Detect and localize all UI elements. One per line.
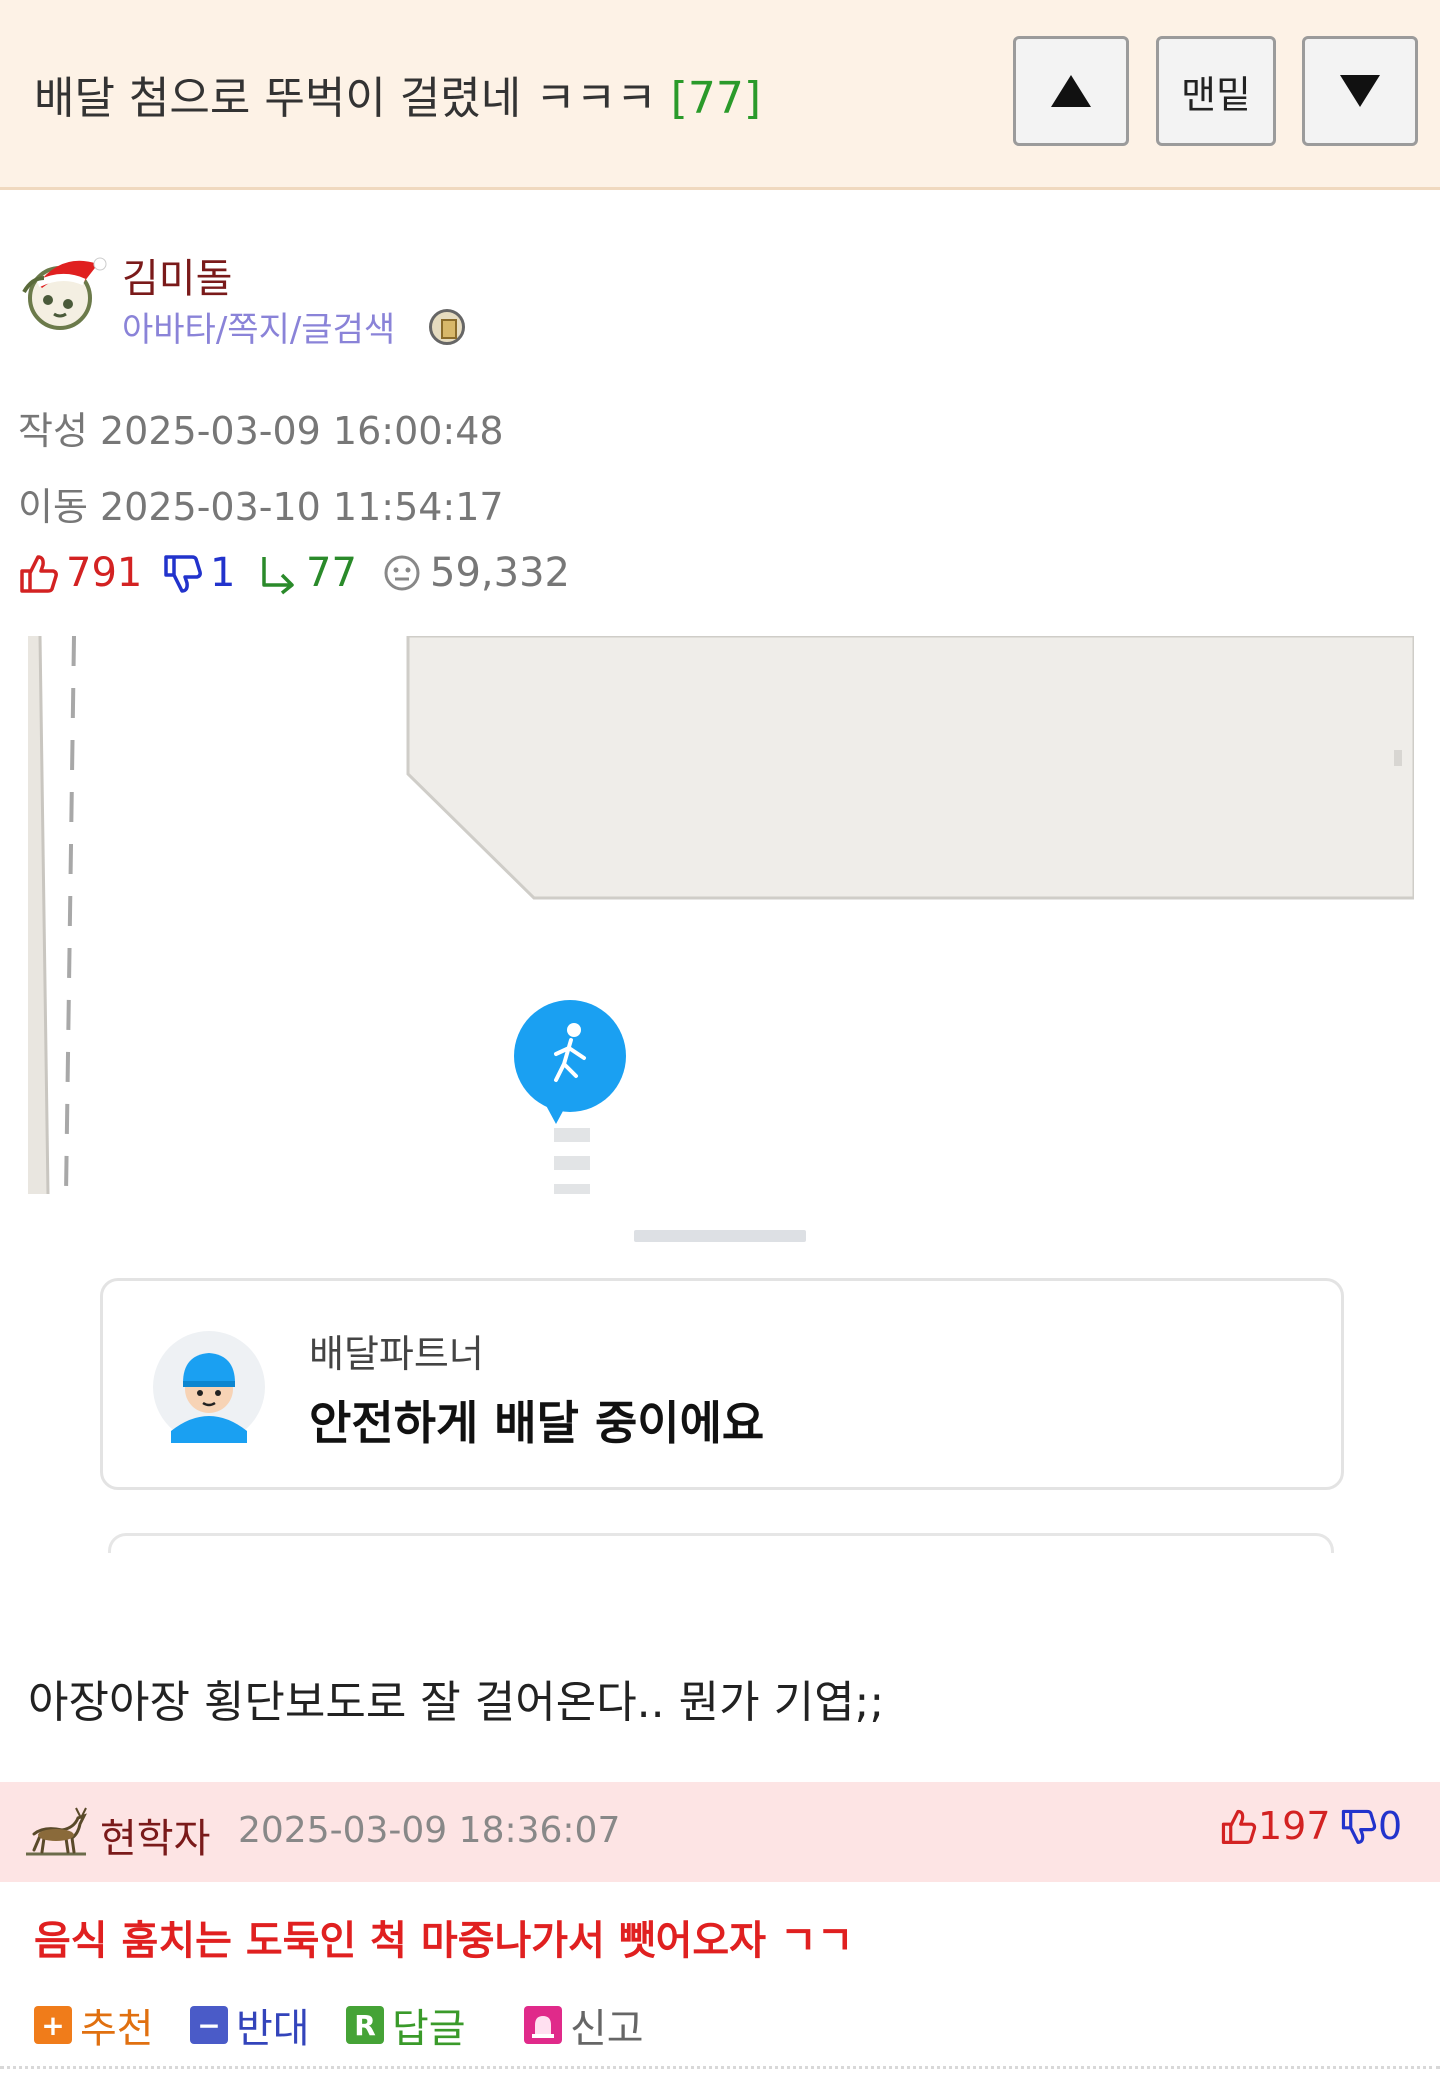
post-header: 배달 첨으로 뚜벅이 걸렸네 ㅋㅋㅋ [77] 맨밑 xyxy=(0,0,1440,190)
reply-button[interactable]: R 답글 xyxy=(346,1996,466,2054)
reply-r-icon: R xyxy=(346,2006,384,2044)
map-image xyxy=(28,636,1414,1194)
triangle-down-icon xyxy=(1340,75,1380,107)
created-date: 작성 2025-03-09 16:00:48 xyxy=(18,409,504,453)
report-button[interactable]: 신고 xyxy=(524,1996,644,2054)
comment-like[interactable]: 197 xyxy=(1218,1804,1331,1848)
like-stat[interactable]: 791 xyxy=(16,550,142,596)
author-avatar[interactable] xyxy=(18,248,108,334)
reply-stat[interactable]: 77 xyxy=(256,550,357,596)
smiley-icon xyxy=(384,555,420,591)
delivery-status-text: 안전하게 배달 중이에요 xyxy=(309,1396,765,1450)
oppose-button[interactable]: − 반대 xyxy=(190,1996,310,2054)
thumbs-down-icon xyxy=(1341,1809,1377,1844)
comment-like-count: 197 xyxy=(1258,1804,1331,1848)
reply-count: 77 xyxy=(306,550,357,596)
dislike-stat[interactable]: 1 xyxy=(160,550,235,596)
author-name[interactable]: 김미돌 xyxy=(122,246,232,304)
delivery-status-card: 배달파트너 안전하게 배달 중이에요 xyxy=(100,1278,1344,1490)
post-body-text: 아장아장 횡단보도로 잘 걸어온다.. 뭔가 기엽;; xyxy=(28,1677,885,1728)
crosswalk-stripe xyxy=(554,1184,590,1194)
scroll-bottom-button[interactable]: 맨밑 xyxy=(1156,36,1276,146)
delivery-partner-label: 배달파트너 xyxy=(309,1332,484,1376)
thumbs-up-icon xyxy=(1221,1809,1257,1844)
recommend-label: 추천 xyxy=(80,2006,154,2052)
report-label: 신고 xyxy=(570,2006,644,2052)
comment-count[interactable]: [77] xyxy=(671,73,761,124)
scroll-up-button[interactable] xyxy=(1013,36,1129,146)
like-count: 791 xyxy=(66,550,143,596)
map-handle-bar xyxy=(634,1230,806,1242)
thumbs-down-icon xyxy=(164,555,202,593)
next-card-edge xyxy=(108,1533,1334,1553)
map-building xyxy=(406,636,1414,900)
post-title-text: 배달 첨으로 뚜벅이 걸렸네 ㅋㅋㅋ xyxy=(34,73,657,124)
reply-label: 답글 xyxy=(392,2006,466,2052)
comment-text: 음식 훔치는 도둑인 척 마중나가서 뺏어오자 ㄱㄱ xyxy=(34,1918,854,1964)
recommend-button[interactable]: + 추천 xyxy=(34,1996,154,2054)
comment-dislike[interactable]: 0 xyxy=(1338,1804,1402,1848)
crosswalk-stripe xyxy=(554,1128,590,1142)
thumbs-up-icon xyxy=(20,555,58,593)
comment-dislike-count: 0 xyxy=(1378,1804,1403,1848)
comment-header: 현학자 2025-03-09 18:36:07 197 0 xyxy=(0,1782,1440,1882)
view-stat: 59,332 xyxy=(380,550,570,596)
divider xyxy=(0,2066,1440,2069)
dislike-count: 1 xyxy=(210,550,236,596)
view-count: 59,332 xyxy=(430,550,570,596)
plus-icon: + xyxy=(34,2006,72,2044)
crosswalk-stripe xyxy=(554,1156,590,1170)
comment-date: 2025-03-09 18:36:07 xyxy=(238,1810,621,1851)
reply-arrow-icon xyxy=(262,557,294,595)
member-badge-icon xyxy=(429,309,465,345)
commenter-avatar[interactable] xyxy=(22,1804,90,1860)
triangle-up-icon xyxy=(1051,75,1091,107)
delivery-partner-avatar xyxy=(153,1331,265,1443)
moved-date: 이동 2025-03-10 11:54:17 xyxy=(18,485,504,529)
minus-icon: − xyxy=(190,2006,228,2044)
siren-icon xyxy=(524,2006,562,2044)
comment-actions: + 추천 − 반대 R 답글 신고 xyxy=(0,1996,1440,2056)
commenter-name[interactable]: 현학자 xyxy=(100,1806,210,1864)
author-links[interactable]: 아바타/쪽지/글검색 xyxy=(122,302,395,351)
post-title: 배달 첨으로 뚜벅이 걸렸네 ㅋㅋㅋ [77] xyxy=(34,62,761,126)
oppose-label: 반대 xyxy=(236,2006,310,2052)
scroll-down-button[interactable] xyxy=(1302,36,1418,146)
